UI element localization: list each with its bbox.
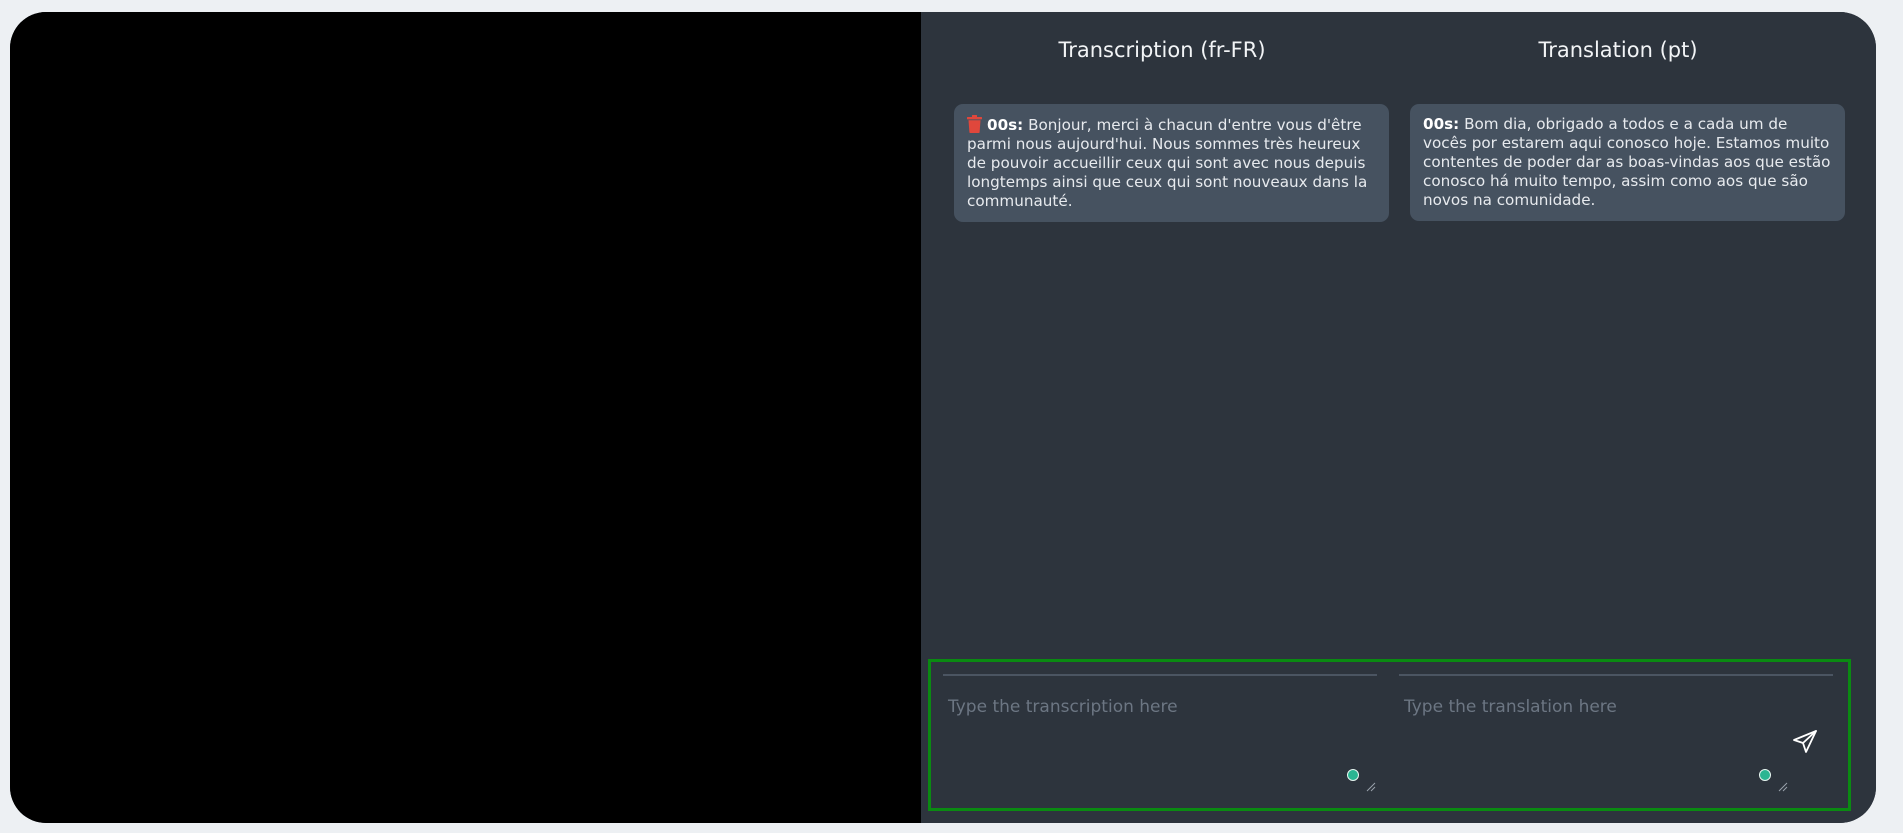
transcription-entry: 00s: Bonjour, merci à chacun d'entre vou…	[954, 104, 1389, 222]
transcription-text: Bonjour, merci à chacun d'entre vous d'ê…	[967, 116, 1368, 210]
translation-text: Bom dia, obrigado a todos e a cada um de…	[1423, 115, 1831, 209]
transcription-timestamp: 00s:	[987, 116, 1024, 134]
translation-title: Translation (pt)	[1538, 38, 1698, 62]
send-icon[interactable]	[1791, 728, 1819, 756]
translation-entry: 00s: Bom dia, obrigado a todos e a cada …	[1410, 104, 1845, 221]
transcription-input[interactable]: Type the transcription here	[943, 674, 1377, 794]
input-area: Type the transcription here Type the tra…	[928, 659, 1851, 811]
transcription-title: Transcription (fr-FR)	[1058, 38, 1266, 62]
resize-handle-icon[interactable]	[1366, 782, 1376, 792]
caption-panel: Transcription (fr-FR) Translation (pt) 0…	[921, 12, 1876, 823]
translation-placeholder: Type the translation here	[1404, 697, 1617, 717]
status-dot-icon	[1759, 769, 1771, 781]
video-area	[10, 12, 921, 823]
translation-input[interactable]: Type the translation here	[1399, 674, 1833, 794]
status-dot-icon	[1347, 769, 1359, 781]
trash-icon[interactable]	[967, 115, 982, 133]
resize-handle-icon[interactable]	[1778, 782, 1788, 792]
translation-timestamp: 00s:	[1423, 115, 1460, 133]
app-frame: Transcription (fr-FR) Translation (pt) 0…	[10, 12, 1876, 823]
transcription-placeholder: Type the transcription here	[948, 697, 1178, 717]
